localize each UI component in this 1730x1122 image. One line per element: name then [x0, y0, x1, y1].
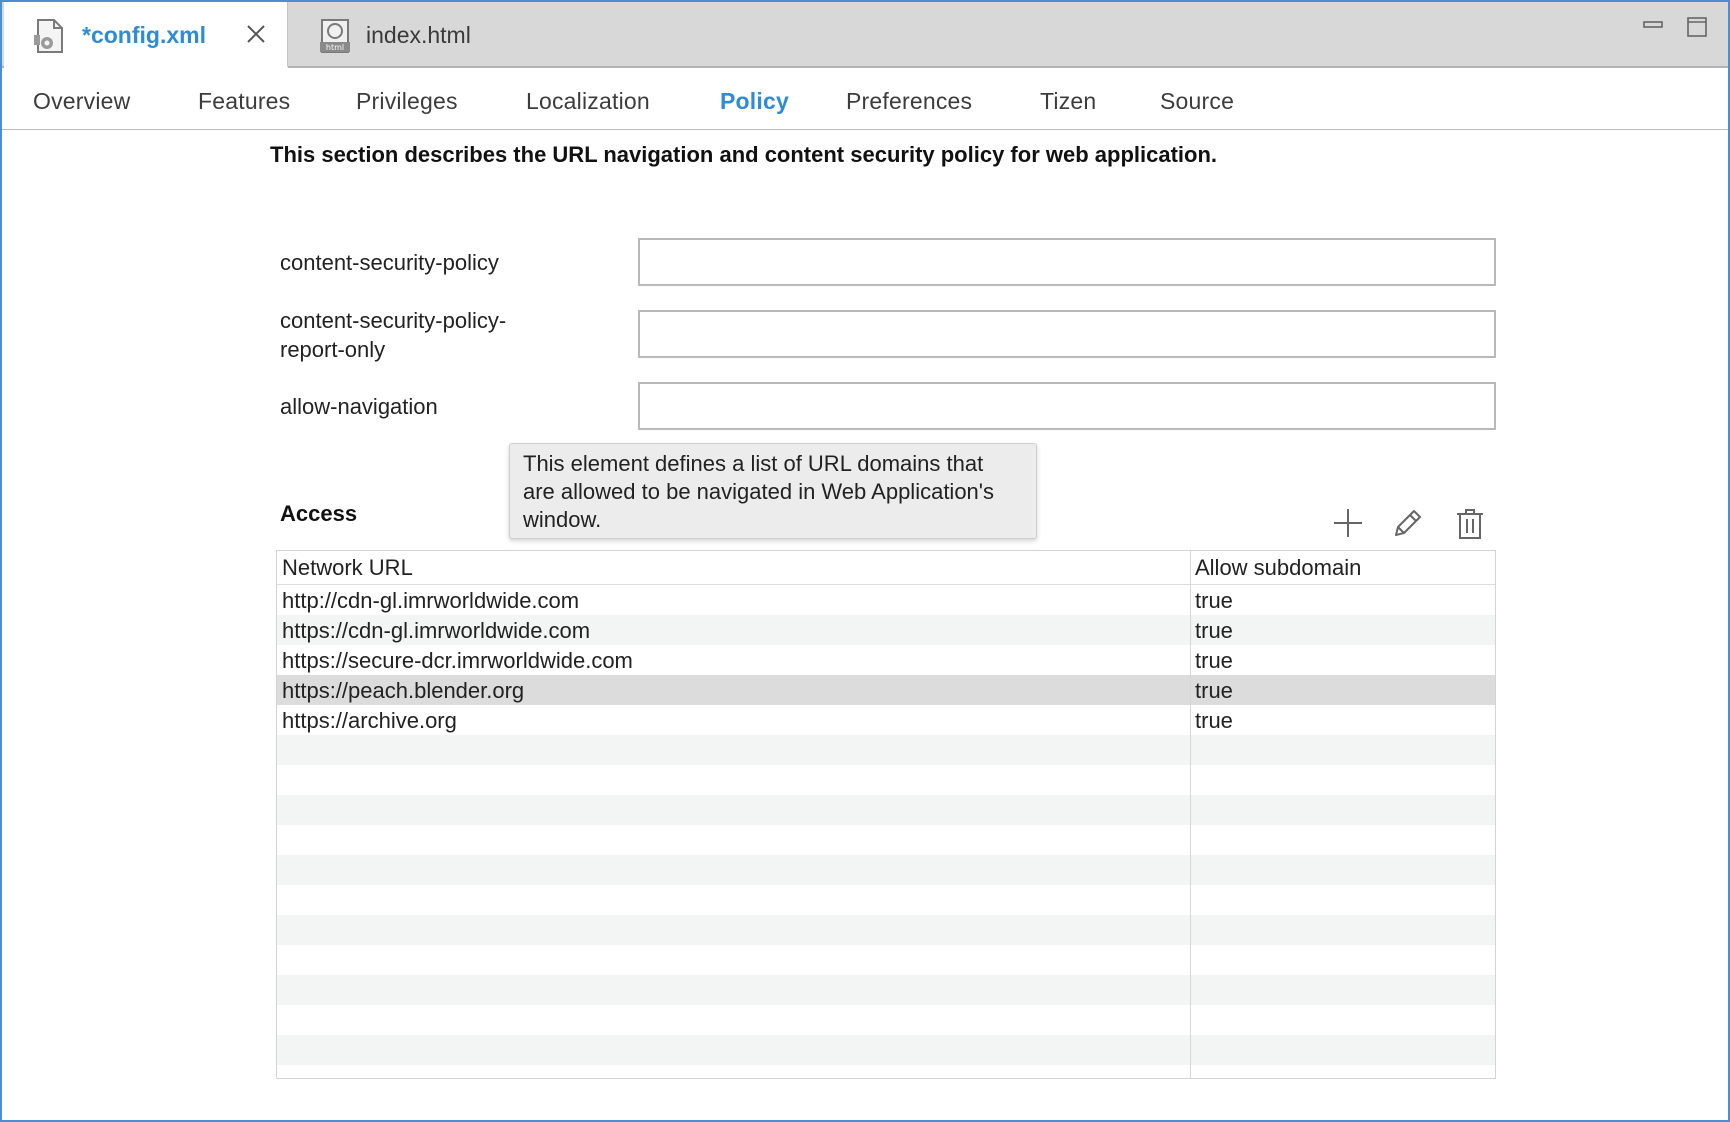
empty-table-row[interactable]: [277, 1035, 1495, 1065]
table-row-selected[interactable]: https://peach.blender.org true: [277, 675, 1495, 705]
network-url-cell: https://archive.org: [282, 708, 457, 733]
csp-label-text: content-security-policy: [280, 250, 499, 275]
svg-text:html: html: [326, 43, 344, 52]
editor-window: *config.xml html index.html Overview Fea…: [0, 0, 1730, 1122]
access-section-title: Access: [280, 501, 358, 526]
tab-privileges[interactable]: Privileges: [356, 88, 458, 115]
minimize-icon[interactable]: [1642, 16, 1664, 38]
trash-icon[interactable]: [1452, 505, 1488, 541]
empty-table-row[interactable]: [277, 1065, 1495, 1078]
tab-localization[interactable]: Localization: [526, 88, 650, 115]
allow-navigation-label: allow-navigation: [280, 392, 438, 421]
page-tab-bar: Overview Features Privileges Localizatio…: [2, 68, 1728, 130]
tooltip-line: are allowed to be navigated in Web Appli…: [523, 479, 994, 504]
empty-table-row[interactable]: [277, 945, 1495, 975]
csp-report-only-label-line-2: report-only: [280, 337, 386, 362]
editor-tab-strip: *config.xml html index.html: [2, 2, 1728, 68]
column-divider[interactable]: [1190, 551, 1191, 1078]
allow-subdomain-cell: true: [1195, 588, 1233, 613]
empty-table-row[interactable]: [277, 855, 1495, 885]
allow-subdomain-cell: true: [1195, 678, 1233, 703]
tab-source[interactable]: Source: [1160, 88, 1234, 115]
allow-subdomain-cell: true: [1195, 618, 1233, 643]
network-url-cell: http://cdn-gl.imrworldwide.com: [282, 588, 580, 613]
network-url-cell: https://cdn-gl.imrworldwide.com: [282, 618, 591, 643]
empty-table-row[interactable]: [277, 795, 1495, 825]
tooltip-line: window.: [523, 507, 602, 532]
editor-tab-config-xml[interactable]: *config.xml: [4, 2, 288, 68]
maximize-icon[interactable]: [1686, 16, 1708, 38]
empty-table-row[interactable]: [277, 735, 1495, 765]
network-url-cell: https://peach.blender.org: [282, 678, 525, 703]
tab-tizen[interactable]: Tizen: [1040, 88, 1096, 115]
network-url-cell: https://secure-dcr.imrworldwide.com: [282, 648, 633, 673]
editor-tab-label: *config.xml: [82, 22, 206, 48]
close-icon[interactable]: [244, 22, 268, 46]
html-file-icon: html: [320, 19, 350, 53]
table-row[interactable]: https://cdn-gl.imrworldwide.com true: [277, 615, 1495, 645]
csp-input[interactable]: [638, 238, 1496, 286]
tab-preferences[interactable]: Preferences: [846, 88, 972, 115]
table-row[interactable]: https://archive.org true: [277, 705, 1495, 735]
empty-table-row[interactable]: [277, 765, 1495, 795]
csp-label: content-security-policy: [280, 248, 499, 277]
tab-features[interactable]: Features: [198, 88, 290, 115]
empty-table-row[interactable]: [277, 1005, 1495, 1035]
tab-policy[interactable]: Policy: [720, 88, 789, 115]
section-description: This section describes the URL navigatio…: [270, 142, 1217, 167]
empty-table-row[interactable]: [277, 885, 1495, 915]
csp-report-only-label-line-1: content-security-policy-: [280, 308, 507, 333]
editor-tab-index-html[interactable]: html index.html: [302, 2, 562, 68]
column-header-allow-subdomain[interactable]: Allow subdomain: [1195, 555, 1361, 581]
column-header-network-url[interactable]: Network URL: [282, 555, 413, 581]
editor-tab-label: index.html: [366, 22, 471, 48]
empty-table-row[interactable]: [277, 975, 1495, 1005]
allow-navigation-tooltip: This element defines a list of URL domai…: [509, 443, 1037, 539]
table-row[interactable]: https://secure-dcr.imrworldwide.com true: [277, 645, 1495, 675]
allow-navigation-input[interactable]: [638, 382, 1496, 430]
table-row[interactable]: http://cdn-gl.imrworldwide.com true: [277, 585, 1495, 615]
allow-subdomain-cell: true: [1195, 708, 1233, 733]
allow-subdomain-cell: true: [1195, 648, 1233, 673]
edit-pencil-icon[interactable]: [1390, 505, 1426, 541]
xml-file-icon: [34, 19, 63, 53]
allow-navigation-label-text: allow-navigation: [280, 394, 438, 419]
empty-table-row[interactable]: [277, 825, 1495, 855]
table-header: Network URL Allow subdomain: [277, 551, 1495, 585]
csp-report-only-label: content-security-policy- report-only: [280, 306, 506, 364]
tab-overview[interactable]: Overview: [33, 88, 130, 115]
csp-report-only-input[interactable]: [638, 310, 1496, 358]
add-icon[interactable]: [1330, 505, 1366, 541]
empty-table-row[interactable]: [277, 915, 1495, 945]
tooltip-line: This element defines a list of URL domai…: [523, 451, 984, 476]
access-table: Network URL Allow subdomain http://cdn-g…: [276, 550, 1496, 1079]
